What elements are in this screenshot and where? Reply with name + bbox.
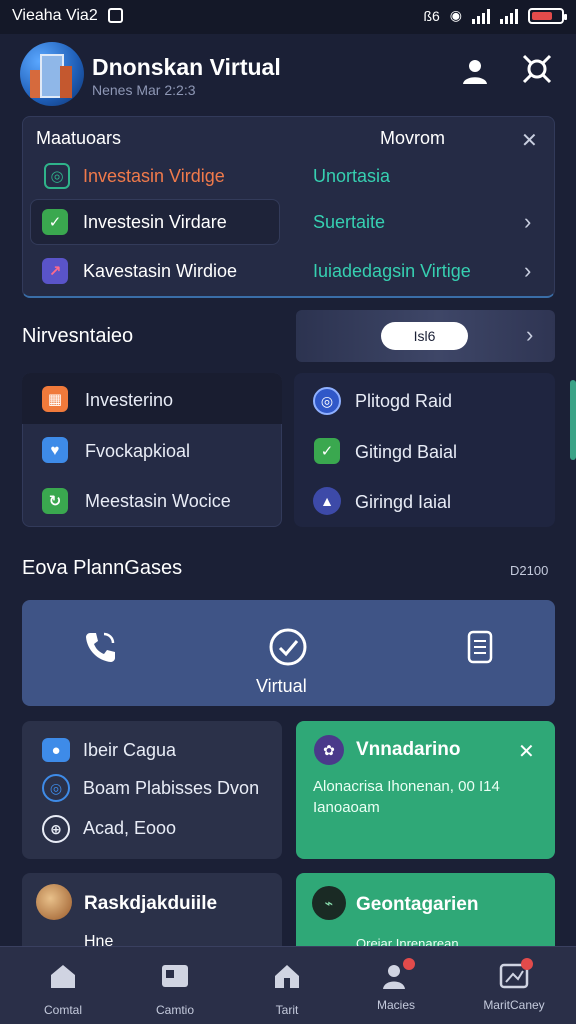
promo-text: Alonacrisa Ihonenan, 00 I14: [313, 778, 500, 795]
phone-icon[interactable]: [82, 629, 118, 665]
document-icon[interactable]: [464, 629, 496, 667]
globe-icon: ◎: [313, 387, 341, 415]
rocket-icon: ↗: [42, 258, 68, 284]
nav-item-people[interactable]: Macies: [351, 958, 441, 1012]
card-icon: [499, 958, 533, 990]
avatar[interactable]: [20, 42, 84, 106]
page-title: Dnonskan Virtual: [92, 54, 281, 80]
chart-icon: ⌁: [312, 886, 346, 920]
info-item[interactable]: Ibeir Cagua: [83, 740, 176, 761]
heart-icon: ♥: [42, 437, 68, 463]
chevron-right-icon[interactable]: ›: [524, 209, 531, 235]
nav-item-home[interactable]: Comtal: [18, 962, 108, 1017]
close-icon[interactable]: ✕: [521, 128, 538, 153]
top-row-label[interactable]: Investesin Virdare: [83, 212, 227, 233]
check-icon: ✓: [42, 209, 68, 235]
nav-item-gallery[interactable]: Camtio: [130, 962, 220, 1017]
notification-badge: [521, 958, 533, 970]
list-item[interactable]: Giringd Iaial: [355, 492, 451, 513]
page-subtitle: Nenes Mar 2:2:3: [92, 82, 196, 98]
refresh-icon: ↻: [42, 488, 68, 514]
carrier-label: Vieaha Via2: [12, 7, 98, 24]
plan-center-label: Virtual: [256, 676, 307, 696]
mountain-icon: ▲: [313, 487, 341, 515]
signal-icon-2: [500, 8, 518, 24]
top-row-value[interactable]: Suertaite: [313, 212, 385, 233]
globe-icon: ⊕: [42, 815, 70, 843]
gallery-icon: [162, 965, 188, 987]
settings-icon[interactable]: [520, 52, 554, 86]
close-icon[interactable]: ✕: [518, 739, 535, 764]
check-circle-icon[interactable]: [268, 627, 308, 667]
nav-label: Comtal: [43, 1003, 82, 1017]
nav-label: Camtio: [155, 1003, 194, 1017]
top-row-value[interactable]: Iuiadedagsin Virtige: [313, 261, 471, 282]
nav-label: Tarit: [275, 1003, 299, 1017]
notification-badge: [403, 958, 415, 970]
people-icon: [381, 958, 415, 990]
nav-label: MaritCaney: [483, 998, 545, 1012]
bottom-card-left-title: Raskdjakduiile: [84, 893, 218, 914]
section-date: D2100: [510, 563, 549, 578]
signal-icon: [472, 8, 490, 24]
section-title: Eova PlannGases: [22, 557, 183, 579]
grid-icon: ▦: [42, 386, 68, 412]
home-icon: [51, 965, 75, 988]
chevron-right-icon[interactable]: ›: [526, 322, 533, 348]
scrollbar[interactable]: [570, 380, 576, 460]
top-card-left-header: Maatuoars: [36, 128, 122, 148]
top-row-value[interactable]: Unortasia: [313, 166, 390, 187]
top-row-label[interactable]: Kavestasin Wirdioe: [83, 261, 237, 282]
list-item[interactable]: Gitingd Baial: [355, 442, 457, 463]
chevron-right-icon[interactable]: ›: [524, 258, 531, 284]
house-icon: [275, 965, 299, 988]
message-icon: ●: [42, 738, 70, 762]
wifi-icon: ◉: [449, 7, 462, 23]
bottom-card-right-title: Geontagarien: [356, 894, 479, 915]
building-icon: [36, 884, 72, 920]
promo-title: Vnnadarino: [356, 739, 461, 760]
info-item[interactable]: Boam Plabisses Dvon: [83, 778, 259, 799]
list-item[interactable]: Fvockapkioal: [85, 441, 190, 462]
target-icon: ◎: [42, 774, 70, 802]
badge-icon: ✿: [314, 735, 344, 765]
check-icon: ✓: [314, 438, 340, 464]
user-icon[interactable]: [460, 56, 490, 86]
section-title: Nirvesntaieo: [22, 325, 134, 347]
nav-item-card[interactable]: MaritCaney: [469, 958, 559, 1012]
top-card-right-header: Movrom: [380, 128, 446, 148]
status-icons: ß6 ◉: [423, 7, 567, 24]
info-item[interactable]: Acad, Eooo: [83, 818, 176, 839]
list-item[interactable]: Plitogd Raid: [355, 391, 452, 412]
battery-icon: [528, 7, 567, 24]
filter-pill[interactable]: Isl6: [381, 322, 468, 350]
chat-icon: ◎: [44, 163, 70, 189]
nav-item-house[interactable]: Tarit: [242, 962, 332, 1017]
nav-label: Macies: [376, 998, 415, 1012]
list-item[interactable]: Meestasin Wocice: [85, 491, 231, 512]
list-item[interactable]: Investerino: [85, 390, 173, 411]
top-row-label[interactable]: Investasin Virdige: [83, 166, 225, 187]
promo-text-2: Ianoaoam: [313, 799, 380, 816]
status-text: ß6: [423, 7, 440, 24]
notification-icon: [108, 8, 123, 23]
